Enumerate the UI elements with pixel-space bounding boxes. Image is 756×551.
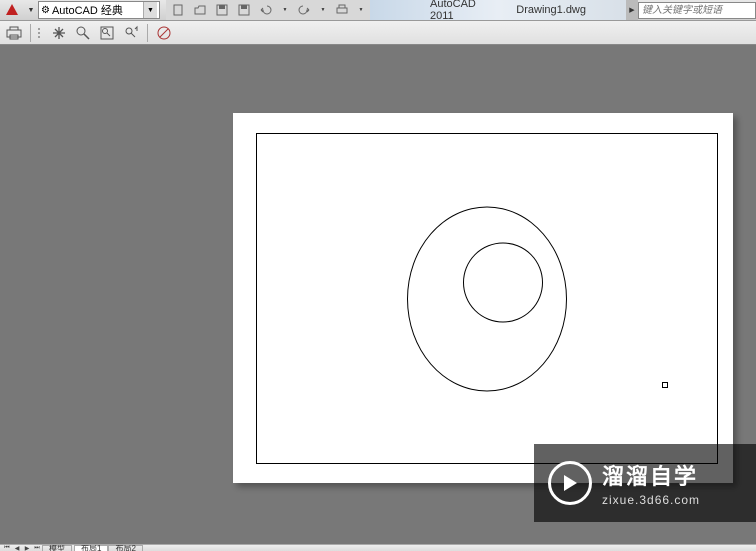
qat-open-button[interactable] <box>192 2 208 18</box>
paper-sheet <box>233 113 733 483</box>
qat-more-arrow-icon[interactable]: ▼ <box>356 0 366 20</box>
pan-button[interactable] <box>49 23 69 43</box>
workspace-gear-icon: ⚙ <box>41 5 50 16</box>
watermark-play-icon <box>548 461 592 505</box>
drawing-area[interactable]: 溜溜自学 zixue.3d66.com <box>0 45 756 544</box>
app-title: AutoCAD 2011 <box>430 0 486 22</box>
workspace-label: AutoCAD 经典 <box>52 2 143 18</box>
search-input[interactable] <box>638 2 756 19</box>
app-menu-arrow-icon[interactable]: ▼ <box>26 0 36 20</box>
qat-undo-button[interactable] <box>258 2 274 18</box>
tab-prev-button[interactable]: ◀ <box>12 545 22 551</box>
zoom-previous-button[interactable] <box>121 23 141 43</box>
qat-save-button[interactable] <box>214 2 230 18</box>
plot-button[interactable] <box>4 23 24 43</box>
tab-last-button[interactable]: ⏭ <box>32 545 42 551</box>
toolbar-grip[interactable] <box>37 24 43 42</box>
toolbar-separator <box>147 24 148 42</box>
watermark-text-url: zixue.3d66.com <box>602 493 700 507</box>
inner-circle <box>463 242 543 322</box>
cursor-pickbox-icon <box>662 382 668 388</box>
qat-saveas-button[interactable] <box>236 2 252 18</box>
title-bar: ▼ ⚙ AutoCAD 经典 ▼ ▼ ▼ ▼ AutoCAD 2011 Draw… <box>0 0 756 21</box>
status-bar: ⏮ ◀ ▶ ⏭ 模型 布局1 布局2 <box>0 544 756 551</box>
watermark-text-cn: 溜溜自学 <box>602 459 700 491</box>
redo-arrow-icon[interactable]: ▼ <box>318 0 328 20</box>
standard-toolbar <box>0 21 756 45</box>
tab-model[interactable]: 模型 <box>42 545 72 551</box>
document-title: Drawing1.dwg <box>516 4 586 16</box>
viewport-border <box>256 133 718 464</box>
undo-arrow-icon[interactable]: ▼ <box>280 0 290 20</box>
watermark-overlay: 溜溜自学 zixue.3d66.com <box>534 444 756 522</box>
qat-new-button[interactable] <box>170 2 186 18</box>
zoom-realtime-button[interactable] <box>73 23 93 43</box>
toolbar-separator <box>30 24 31 42</box>
cancel-button[interactable] <box>154 23 174 43</box>
qat-redo-button[interactable] <box>296 2 312 18</box>
tab-layout1[interactable]: 布局1 <box>74 545 108 551</box>
drawing-shapes <box>407 206 567 391</box>
app-menu-button[interactable] <box>2 0 22 20</box>
outer-ellipse <box>407 206 567 391</box>
title-section: AutoCAD 2011 Drawing1.dwg <box>370 0 626 20</box>
tab-next-button[interactable]: ▶ <box>22 545 32 551</box>
tab-layout2[interactable]: 布局2 <box>108 545 142 551</box>
info-center-arrow-icon[interactable]: ▶ <box>626 0 638 20</box>
qat-print-button[interactable] <box>334 2 350 18</box>
dropdown-arrow-icon[interactable]: ▼ <box>143 2 157 18</box>
quick-access-toolbar: ▼ ▼ ▼ <box>166 0 370 20</box>
workspace-dropdown[interactable]: ⚙ AutoCAD 经典 ▼ <box>38 1 160 19</box>
tab-first-button[interactable]: ⏮ <box>2 545 12 551</box>
search-section: ▶ <box>626 0 756 20</box>
zoom-window-button[interactable] <box>97 23 117 43</box>
